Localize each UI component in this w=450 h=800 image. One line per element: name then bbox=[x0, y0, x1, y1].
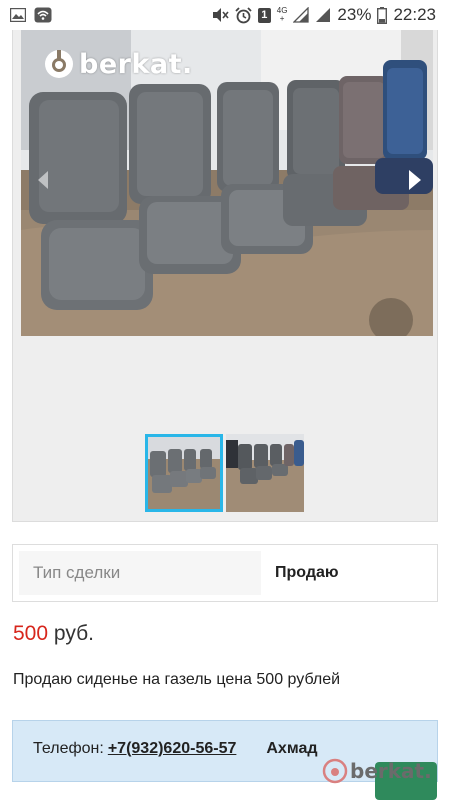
battery-percent: 23% bbox=[337, 5, 372, 24]
chevron-right-icon bbox=[409, 170, 421, 190]
listing-description: Продаю сиденье на газель цена 500 рублей bbox=[13, 671, 341, 688]
phone-label: Телефон: bbox=[33, 740, 104, 757]
price: 500 руб. bbox=[13, 622, 94, 646]
previous-photo-button[interactable] bbox=[31, 168, 55, 192]
sim-icon: 1 bbox=[257, 7, 271, 23]
berkat-logo-icon bbox=[45, 50, 73, 78]
seller-name: Ахмад bbox=[266, 740, 318, 757]
phone-link[interactable]: +7(932)620-56-57 bbox=[108, 740, 237, 758]
deal-type-value: Продаю bbox=[261, 551, 431, 595]
main-photo[interactable]: berkat. bbox=[21, 30, 433, 336]
chevron-left-icon bbox=[38, 171, 48, 189]
thumbnail-1[interactable] bbox=[145, 434, 223, 512]
signal-icon bbox=[293, 7, 310, 23]
deal-type-label: Тип сделки bbox=[33, 563, 121, 582]
network-type-sub: + bbox=[279, 14, 285, 23]
contact-row: Телефон: +7(932)620-56-57 Ахмад bbox=[33, 740, 318, 758]
berkat-watermark-icon bbox=[322, 758, 348, 784]
status-bar: 1 4G + 23% 22:23 bbox=[0, 0, 450, 30]
photo-gallery: berkat. bbox=[12, 30, 438, 522]
watermark-text: berkat. bbox=[350, 759, 432, 783]
lte-icon: 4G + bbox=[277, 7, 288, 23]
thumbnail-2[interactable] bbox=[226, 434, 304, 512]
deal-type-table: Тип сделки Продаю bbox=[12, 544, 438, 602]
berkat-watermark: berkat. bbox=[322, 758, 432, 784]
gallery-notification-icon bbox=[10, 8, 26, 22]
alarm-icon bbox=[235, 6, 252, 24]
clock: 22:23 bbox=[393, 5, 436, 24]
wifi-notification-icon bbox=[34, 7, 52, 23]
price-amount: 500 bbox=[13, 622, 49, 645]
deal-type-row: Тип сделки Продаю bbox=[19, 551, 431, 595]
next-photo-button[interactable] bbox=[403, 168, 427, 192]
signal-icon-2 bbox=[315, 7, 331, 23]
thumbnail-strip bbox=[145, 434, 304, 512]
logo-text: berkat. bbox=[79, 48, 193, 80]
battery-icon bbox=[377, 6, 388, 24]
berkat-logo: berkat. bbox=[43, 48, 193, 80]
mute-icon bbox=[211, 7, 229, 23]
price-currency: руб. bbox=[53, 622, 94, 645]
